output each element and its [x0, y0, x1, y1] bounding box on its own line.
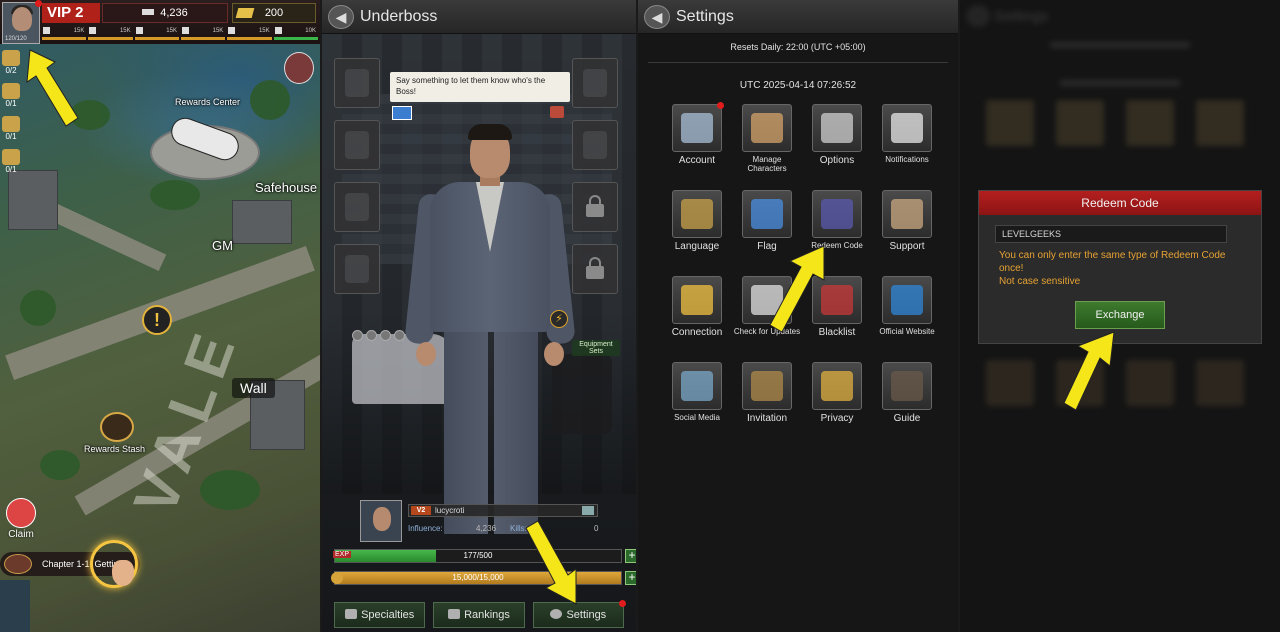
redeem-panel: Settings Redeem Code LEVELGEEKS You can …	[960, 0, 1280, 632]
yellow-arrow-settings	[525, 520, 577, 605]
yellow-arrow-avatar	[26, 49, 79, 127]
settings-panel: ◀ Settings Resets Daily: 22:00 (UTC +05:…	[638, 0, 958, 632]
underboss-panel: ◀ Underboss Say something to let them kn…	[322, 0, 636, 632]
yellow-arrow-exchange	[1063, 331, 1115, 411]
yellow-arrow-redeem	[769, 245, 825, 333]
city-map-panel: 120/120 VIP 2 4,236 200 15K 15K 15K 15K …	[0, 0, 320, 632]
